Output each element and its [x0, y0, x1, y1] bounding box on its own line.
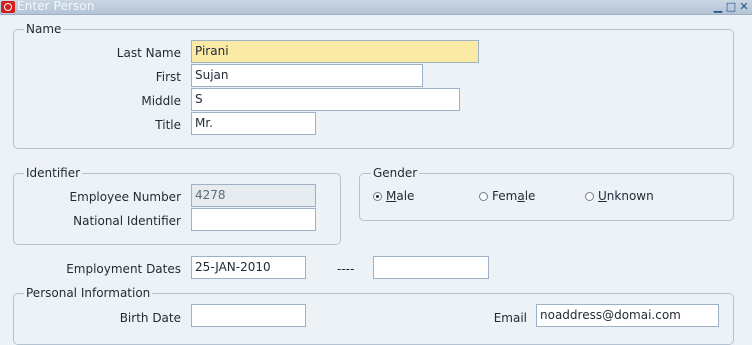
- window-title: Enter Person: [17, 0, 95, 13]
- birth-date-label: Birth Date: [119, 311, 181, 325]
- employment-start-date-field[interactable]: 25-JAN-2010: [191, 256, 306, 279]
- title-label: Title: [155, 118, 181, 132]
- name-group-legend: Name: [24, 22, 64, 36]
- middle-name-label: Middle: [141, 94, 181, 108]
- national-identifier-field[interactable]: [191, 208, 316, 231]
- employment-end-date-field[interactable]: [373, 256, 489, 279]
- window-controls: ▁ □ ✕: [712, 0, 750, 14]
- gender-unknown-radio[interactable]: Unknown: [585, 189, 654, 203]
- radio-unselected-icon: [479, 191, 488, 201]
- radio-unselected-icon: [585, 191, 594, 201]
- last-name-label: Last Name: [116, 46, 181, 60]
- first-name-label: First: [155, 70, 181, 84]
- title-bar: Enter Person ▁ □ ✕: [0, 0, 752, 15]
- close-button[interactable]: ✕: [738, 1, 750, 13]
- gender-group-legend: Gender: [371, 166, 420, 180]
- radio-selected-icon: [373, 191, 382, 201]
- gender-female-radio[interactable]: Female: [479, 189, 535, 203]
- birth-date-field[interactable]: [191, 304, 306, 327]
- national-identifier-label: National Identifier: [73, 214, 181, 228]
- email-label: Email: [493, 311, 527, 325]
- date-range-separator: ----: [337, 262, 355, 276]
- minimize-button[interactable]: ▁: [712, 1, 724, 13]
- gender-unknown-label: Unknown: [598, 189, 654, 203]
- gender-male-radio[interactable]: Male: [373, 189, 414, 203]
- gender-female-label: Female: [492, 189, 536, 203]
- employee-number-label: Employee Number: [69, 190, 181, 204]
- gender-male-label: Male: [386, 189, 415, 203]
- oracle-logo-icon: [1, 1, 15, 13]
- title-field[interactable]: Mr.: [191, 112, 316, 135]
- first-name-field[interactable]: Sujan: [191, 64, 423, 87]
- middle-name-field[interactable]: S: [191, 88, 460, 111]
- maximize-button[interactable]: □: [725, 1, 737, 13]
- gender-group: [359, 173, 734, 221]
- identifier-group-legend: Identifier: [24, 166, 83, 180]
- last-name-field[interactable]: Pirani: [191, 40, 479, 63]
- email-field[interactable]: noaddress@domai.com: [536, 304, 719, 327]
- employment-dates-label: Employment Dates: [66, 262, 181, 276]
- personal-information-legend: Personal Information: [24, 286, 153, 300]
- employee-number-field: 4278: [191, 184, 316, 207]
